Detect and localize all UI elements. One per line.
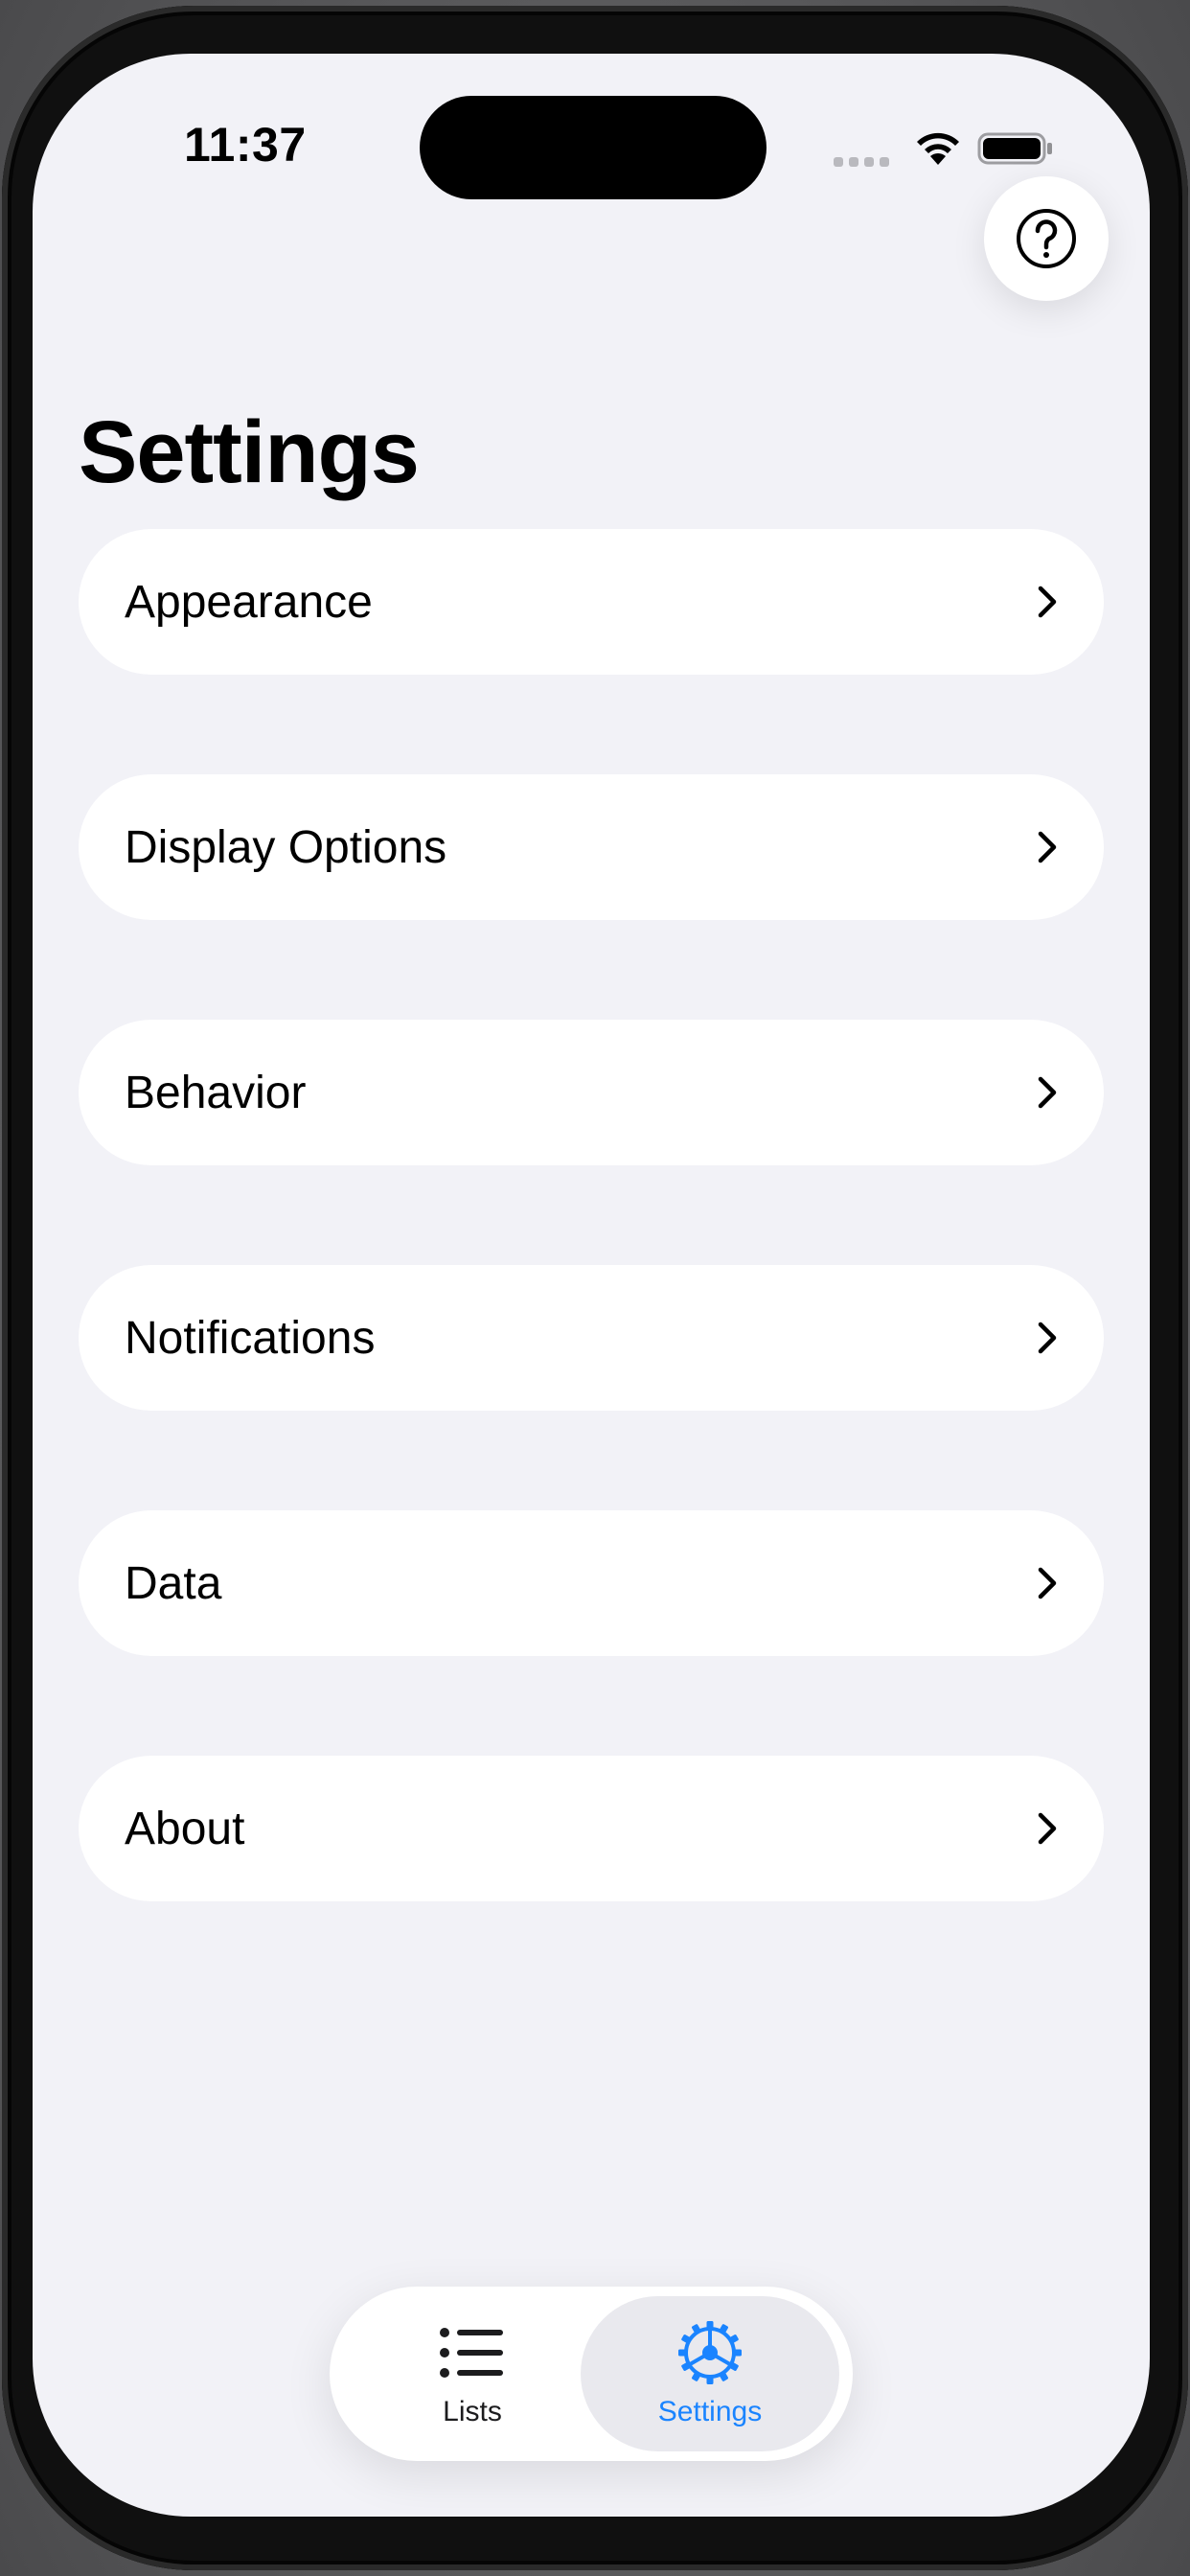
chevron-right-icon — [1038, 831, 1057, 863]
row-label: Data — [125, 1557, 222, 1609]
row-label: Display Options — [125, 821, 447, 873]
tab-lists[interactable]: Lists — [343, 2296, 602, 2451]
chevron-right-icon — [1038, 1076, 1057, 1109]
chevron-right-icon — [1038, 1322, 1057, 1354]
settings-row-data[interactable]: Data — [79, 1510, 1104, 1656]
chevron-right-icon — [1038, 1812, 1057, 1845]
row-label: Behavior — [125, 1067, 307, 1118]
chevron-right-icon — [1038, 1567, 1057, 1599]
status-time: 11:37 — [184, 118, 307, 172]
dynamic-island — [420, 96, 767, 199]
tab-settings[interactable]: Settings — [581, 2296, 839, 2451]
tab-label: Lists — [443, 2396, 502, 2427]
settings-row-about[interactable]: About — [79, 1756, 1104, 1901]
chevron-right-icon — [1038, 586, 1057, 618]
settings-row-display-options[interactable]: Display Options — [79, 774, 1104, 920]
row-label: About — [125, 1803, 245, 1854]
question-mark-circle-icon — [1017, 209, 1076, 268]
row-label: Appearance — [125, 576, 373, 628]
settings-row-appearance[interactable]: Appearance — [79, 529, 1104, 675]
device-frame: 11:37 Settings Appearance Display Option… — [0, 0, 1190, 2576]
list-bullet-icon — [440, 2328, 503, 2378]
gear-icon — [678, 2321, 742, 2384]
page-title: Settings — [79, 403, 420, 501]
tab-label: Settings — [657, 2396, 763, 2427]
tab-bar: Lists Settings — [330, 2287, 853, 2461]
cellular-signal-icon — [834, 157, 891, 167]
wifi-icon — [917, 132, 959, 165]
row-label: Notifications — [125, 1312, 376, 1364]
settings-row-behavior[interactable]: Behavior — [79, 1020, 1104, 1165]
help-button[interactable] — [984, 176, 1109, 301]
settings-row-notifications[interactable]: Notifications — [79, 1265, 1104, 1411]
app-screen: 11:37 Settings Appearance Display Option… — [33, 54, 1150, 2517]
battery-icon — [977, 132, 1052, 165]
